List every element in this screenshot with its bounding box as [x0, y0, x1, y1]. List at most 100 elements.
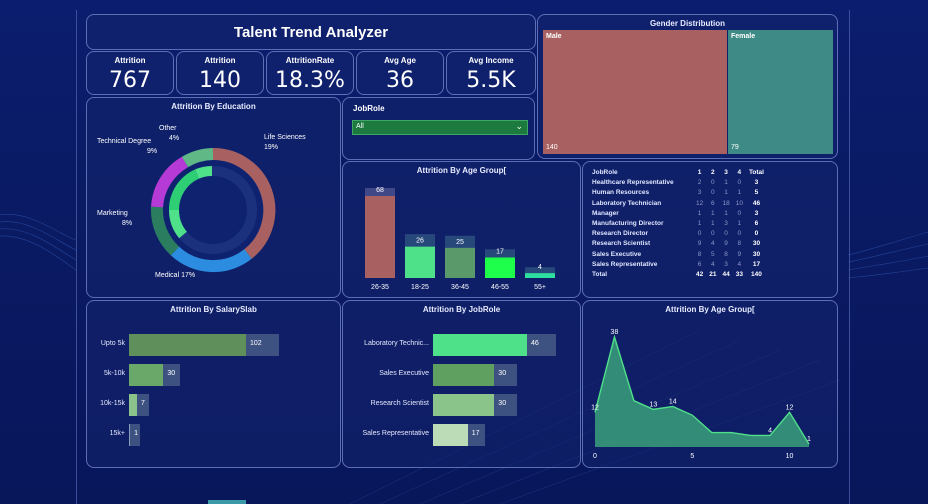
filter-label: JobRole [353, 104, 385, 113]
cell: 1 [697, 220, 702, 228]
row-label: Manager [592, 209, 619, 217]
cell: 2 [697, 179, 702, 187]
table-row: Research Director 0 0 0 0 0 [589, 229, 767, 239]
bar-category: 55+ [534, 284, 546, 291]
inner-slice-green[interactable] [195, 166, 213, 179]
bar-36-45[interactable] [445, 247, 475, 278]
bar-55+[interactable] [525, 273, 555, 278]
cell: 8 [737, 240, 742, 248]
cell: 9 [697, 240, 702, 248]
matrix-total-row: Total 42 21 44 33 140 [589, 270, 767, 280]
treemap-male[interactable]: Male 140 [543, 30, 727, 154]
bar-Laboratory Technic...[interactable] [433, 334, 527, 356]
row-label: Research Scientist [592, 240, 651, 248]
kpi-label: AttritionRate [285, 56, 335, 65]
label-other: Other [159, 125, 177, 132]
bar-Research Scientist[interactable] [433, 394, 495, 416]
cell: 9 [737, 250, 742, 258]
chevron-down-icon[interactable]: ⌄ [515, 121, 523, 132]
table-row: Research Scientist 9 4 9 8 30 [589, 239, 767, 249]
cell: 18 [722, 199, 730, 207]
bar-value: 17 [471, 430, 480, 437]
cell: 8 [697, 250, 702, 258]
row-label: Total [592, 271, 608, 279]
bar-5k-10k[interactable] [129, 364, 164, 386]
row-label: Healthcare Representative [592, 179, 674, 187]
panel-title: Attrition By JobRole [422, 305, 501, 314]
cell: 46 [752, 199, 761, 207]
cell: 0 [711, 179, 715, 187]
bar-Upto 5k[interactable] [129, 334, 246, 356]
cell: 1 [724, 209, 728, 217]
cell: 1 [711, 209, 715, 217]
bar-Sales Representative[interactable] [433, 424, 468, 446]
data-label: 13 [649, 401, 657, 408]
cell: 0 [711, 189, 715, 197]
cell: 0 [737, 179, 742, 187]
table-row: Human Resources 3 0 1 1 5 [589, 188, 767, 198]
treemap-female[interactable]: Female 79 [728, 30, 833, 154]
dropdown-value: All [356, 123, 364, 130]
jobrole-dropdown[interactable]: All ⌄ [352, 120, 528, 135]
cell: 0 [724, 230, 728, 238]
jobrole-filter-panel: JobRole All ⌄ [342, 97, 535, 160]
kpi-label: Attrition [204, 56, 236, 65]
row-label: JobRole [592, 169, 618, 176]
bar-category: 36-45 [451, 284, 469, 291]
gender-distribution-panel: Gender Distribution Male 140 Female 79 [537, 14, 838, 159]
cell: 1 [697, 169, 702, 176]
data-label: 38 [611, 329, 619, 336]
row-label: Laboratory Technician [592, 199, 662, 207]
cell: 1 [724, 179, 728, 187]
bar-category: 26-35 [371, 284, 389, 291]
bar-value: 30 [498, 370, 507, 377]
matrix-header: JobRole 1 2 3 4 Total [589, 168, 767, 178]
bar-category: Laboratory Technic... [364, 340, 429, 347]
cell: 21 [709, 271, 717, 279]
bar-26-35[interactable] [365, 196, 395, 278]
bar-category: Research Scientist [370, 400, 429, 407]
age-group-bar-chart: 68 26-35 26 18-25 25 36-45 17 46-55 4 55+ [365, 187, 555, 291]
bar-category: Sales Representative [362, 430, 429, 437]
cell: 30 [752, 250, 761, 258]
cell: 0 [737, 230, 742, 238]
cell: 4 [711, 260, 715, 268]
bottom-tab[interactable] [208, 500, 246, 504]
bar-value: 7 [141, 400, 145, 407]
kpi-label: Avg Age [384, 56, 416, 65]
bar-10k-15k[interactable] [129, 394, 138, 416]
cell: 9 [724, 240, 728, 248]
area-fill [595, 337, 809, 447]
bar-46-55[interactable] [485, 257, 515, 279]
donut-hole [179, 176, 247, 244]
jobrole-bar-panel: Attrition By JobRole Laboratory Technic.… [342, 300, 581, 468]
bar-value: 4 [538, 264, 542, 271]
bar-value: 102 [250, 340, 262, 347]
cell: 4 [737, 260, 742, 268]
salary-slab-panel: Attrition By SalarySlab Upto 5k 102 5k-10k… [86, 300, 341, 468]
cell: 0 [754, 230, 759, 238]
cell: 3 [724, 220, 728, 228]
cell: 3 [697, 189, 702, 197]
row-label: Research Director [592, 230, 648, 238]
label-life-sciences: Life Sciences [264, 134, 306, 141]
kpi-value: 140 [199, 68, 241, 93]
bar-category: 18-25 [411, 284, 429, 291]
cell: 4 [737, 169, 742, 176]
pct-other: 4% [169, 135, 180, 142]
cell: 44 [722, 271, 730, 279]
cell: 30 [752, 240, 761, 248]
bar-18-25[interactable] [405, 246, 435, 278]
age-group-area-panel: Attrition By Age Group[ 12 38 13 14 4 12 1 0 5 10 [582, 300, 838, 468]
kpi-avg-age: Avg Age 36 [356, 51, 444, 95]
kpi-label: Attrition [114, 56, 146, 65]
female-value: 79 [731, 144, 739, 151]
bar-15k+[interactable] [129, 424, 131, 446]
male-value: 140 [546, 144, 558, 151]
cell: 3 [754, 209, 759, 217]
panel-title: Attrition By SalarySlab [170, 305, 257, 314]
bar-category: 46-55 [491, 284, 509, 291]
bar-Sales Executive[interactable] [433, 364, 495, 386]
bar-value: 26 [416, 238, 424, 245]
bar-value: 25 [456, 239, 464, 246]
